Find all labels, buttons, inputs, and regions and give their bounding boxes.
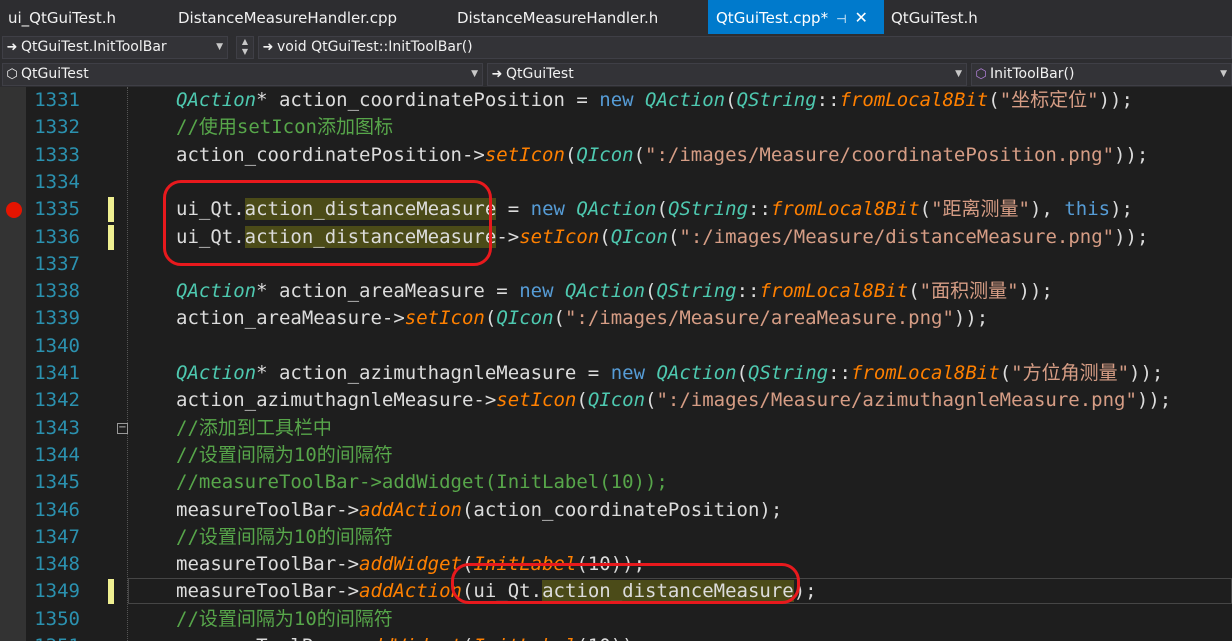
class-dropdown[interactable]: ➜ QtGuiTest ▼ <box>487 63 967 86</box>
close-icon[interactable]: ✕ <box>855 8 868 27</box>
code-text: //设置间隔为10的间隔符 <box>176 443 393 466</box>
line-number: 1345 <box>34 471 80 494</box>
scope-spin-buttons[interactable]: ▲ ▼ <box>236 36 254 59</box>
code-text: //measureToolBar->addWidget(InitLabel(10… <box>176 471 668 494</box>
collapse-icon[interactable]: − <box>117 422 128 434</box>
change-marker <box>108 197 114 223</box>
code-line[interactable]: 1346 measureToolBar->addAction(action_coo… <box>0 497 1232 524</box>
arrow-icon: ➜ <box>262 40 274 55</box>
code-line[interactable]: 1340 <box>0 333 1232 360</box>
line-number: 1351 <box>26 633 80 641</box>
code-editor[interactable]: 1331 QAction* action_coordinatePosition =… <box>0 87 1232 641</box>
line-number: 1337 <box>34 252 80 275</box>
code-text: //设置间隔为10的间隔符 <box>176 607 393 630</box>
code-line[interactable]: 1344 //设置间隔为10的间隔符 <box>0 442 1232 469</box>
line-number: 1331 <box>34 89 80 111</box>
line-number: 1332 <box>34 116 80 139</box>
document-tab-bar: ui_QtGuiTest.h DistanceMeasureHandler.cp… <box>0 0 1232 34</box>
code-text: measureToolBar->addWidget(InitLabel(10))… <box>176 633 645 641</box>
breakpoint-icon[interactable] <box>6 202 22 219</box>
tab-label: DistanceMeasureHandler.h <box>457 9 659 27</box>
member-navigation-bar: ⬡ QtGuiTest ▼ ➜ QtGuiTest ▼ ⬡ InitToolBar() ▼ <box>0 61 1232 87</box>
red-annotation-circle <box>163 180 492 266</box>
line-number: 1344 <box>34 443 80 466</box>
spin-arrows-icon: ▲ ▼ <box>241 37 249 56</box>
code-line[interactable]: 1332 //使用setIcon添加图标 <box>0 114 1232 141</box>
code-text: //使用setIcon添加图标 <box>176 116 393 139</box>
code-text: QAction* action_coordinatePosition = new… <box>176 89 1133 111</box>
code-line[interactable]: 1351 measureToolBar->addWidget(InitLabel(… <box>0 633 1232 641</box>
line-number: 1342 <box>34 389 80 412</box>
chevron-down-icon: ▼ <box>216 42 223 52</box>
line-number: 1338 <box>34 280 80 303</box>
code-text: action_areaMeasure->setIcon(QIcon(":/ima… <box>176 307 989 330</box>
tab-label: ui_QtGuiTest.h <box>8 9 116 27</box>
line-number: 1334 <box>34 170 80 193</box>
tab-label: QtGuiTest.h <box>891 9 978 27</box>
code-line[interactable]: 1342 action_azimuthagnleMeasure->setIcon(… <box>0 387 1232 414</box>
code-line[interactable]: 1341 QAction* action_azimuthagnleMeasure … <box>0 360 1232 387</box>
code-line[interactable]: 1345 //measureToolBar->addWidget(InitLabe… <box>0 469 1232 496</box>
code-line[interactable]: 1331 QAction* action_coordinatePosition =… <box>0 87 1232 114</box>
tab-qtguitest-cpp[interactable]: QtGuiTest.cpp* ⊣ ✕ <box>708 0 884 34</box>
code-line[interactable]: 1347 //设置间隔为10的间隔符 <box>0 524 1232 551</box>
scope-label: QtGuiTest.InitToolBar <box>21 39 167 55</box>
tab-ui-qtguitest-h[interactable]: ui_QtGuiTest.h <box>0 0 124 34</box>
line-number: 1341 <box>34 362 80 384</box>
red-annotation-circle <box>451 563 800 604</box>
code-line[interactable]: 1350 //设置间隔为10的间隔符 <box>0 606 1232 633</box>
function-dropdown[interactable]: ➜ void QtGuiTest::InitToolBar() <box>258 36 1232 59</box>
tab-label: QtGuiTest.cpp* <box>716 9 829 27</box>
code-line[interactable]: 1338 QAction* action_areaMeasure = new QA… <box>0 278 1232 305</box>
code-text: action_azimuthagnleMeasure->setIcon(QIco… <box>176 389 1172 412</box>
line-number: 1335 <box>34 198 80 221</box>
line-number: 1333 <box>34 143 80 166</box>
class-label: QtGuiTest <box>506 66 574 82</box>
project-label: QtGuiTest <box>21 66 89 82</box>
chevron-down-icon: ▼ <box>1220 69 1227 79</box>
line-number: 1347 <box>34 525 80 548</box>
code-line[interactable]: 1343 − //添加到工具栏中 <box>0 415 1232 442</box>
code-text: //设置间隔为10的间隔符 <box>176 525 393 548</box>
tab-distancemeasurehandler-cpp[interactable]: DistanceMeasureHandler.cpp <box>170 0 405 34</box>
code-line[interactable]: 1333 action_coordinatePosition->setIcon(Q… <box>0 142 1232 169</box>
line-number: 1348 <box>34 553 80 576</box>
scope-dropdown[interactable]: ➜ QtGuiTest.InitToolBar ▼ <box>2 36 228 59</box>
arrow-icon: ➜ <box>6 40 18 55</box>
project-icon: ⬡ <box>6 67 18 82</box>
scope-navigation-bar: ➜ QtGuiTest.InitToolBar ▼ ▲ ▼ ➜ void QtGuiTe… <box>0 34 1232 61</box>
line-number: 1350 <box>34 607 80 630</box>
code-text: QAction* action_azimuthagnleMeasure = ne… <box>176 362 1164 384</box>
line-number: 1339 <box>34 307 80 330</box>
line-number: 1340 <box>34 334 80 357</box>
line-number: 1336 <box>34 225 80 248</box>
code-text: //添加到工具栏中 <box>176 416 332 439</box>
line-number: 1343 <box>34 416 80 439</box>
line-number: 1349 <box>34 580 80 603</box>
code-text: QAction* action_areaMeasure = new QActio… <box>176 280 1053 303</box>
member-label: InitToolBar() <box>990 66 1075 82</box>
member-dropdown[interactable]: ⬡ InitToolBar() ▼ <box>971 63 1232 86</box>
tab-distancemeasurehandler-h[interactable]: DistanceMeasureHandler.h <box>449 0 666 34</box>
function-label: void QtGuiTest::InitToolBar() <box>277 39 473 55</box>
method-icon: ⬡ <box>975 67 987 82</box>
code-line[interactable]: 1339 action_areaMeasure->setIcon(QIcon(":… <box>0 305 1232 332</box>
change-marker <box>108 579 114 605</box>
code-text: measureToolBar->addAction(action_coordin… <box>176 498 783 521</box>
tab-label: DistanceMeasureHandler.cpp <box>178 9 398 27</box>
chevron-down-icon: ▼ <box>471 69 478 79</box>
pin-icon[interactable]: ⊣ <box>836 12 846 26</box>
arrow-icon: ➜ <box>491 67 503 82</box>
line-number: 1346 <box>34 498 80 521</box>
chevron-down-icon: ▼ <box>955 69 962 79</box>
tab-qtguitest-h[interactable]: QtGuiTest.h <box>883 0 986 34</box>
project-dropdown[interactable]: ⬡ QtGuiTest ▼ <box>2 63 483 86</box>
code-text: action_coordinatePosition->setIcon(QIcon… <box>176 143 1149 166</box>
change-marker <box>108 224 114 250</box>
